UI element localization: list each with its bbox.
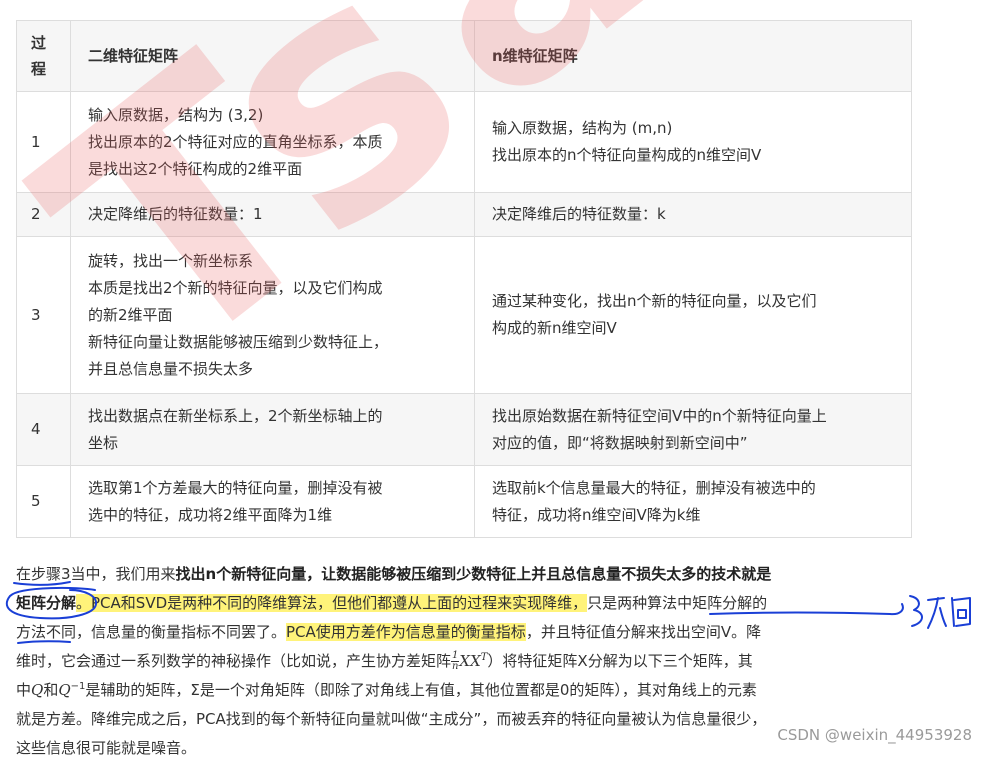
table-row: 3 旋转，找出一个新坐标系 本质是找出2个新的特征向量，以及它们构成 的新2维平面新… xyxy=(16,236,912,394)
header-nd: n维特征矩阵 xyxy=(474,20,912,92)
highlight: 。PCA和SVD是两种不同的降维算法，但他们都遵从上面的过程来实现降维， xyxy=(76,594,588,612)
para-line: 维时，它会通过一系列数学的神秘操作（比如说，产生协方差矩阵 1 n XXT）将特征矩阵… xyxy=(16,650,753,672)
cell-2d: 选取第1个方差最大的特征向量，删掉没有被 选中的特征，成功将2维平面降为1维 xyxy=(70,465,475,538)
table-row: 1 输入原数据，结构为 (3,2) 找出原本的2个特征对应的直角坐标系，本质 是找出… xyxy=(16,91,912,193)
para-line: 在步骤3当中，我们用来找出n个新特征向量，让数据能够被压缩到少数特征上并且总信息… xyxy=(16,565,772,583)
header-2d: 二维特征矩阵 xyxy=(70,20,475,92)
cell-nd: 通过某种变化，找出n个新的特征向量，以及它们 构成的新n维空间V xyxy=(474,236,912,394)
highlight: PCA使用方差作为信息量的衡量指标 xyxy=(286,623,526,641)
cell-nd: 输入原数据，结构为 (m,n) 找出原本的n个特征向量构成的n维空间V xyxy=(474,91,912,193)
para-line: 矩阵分解。PCA和SVD是两种不同的降维算法，但他们都遵从上面的过程来实现降维，… xyxy=(16,594,768,612)
step-number: 4 xyxy=(16,393,71,466)
process-table: 过程 二维特征矩阵 n维特征矩阵 1 输入原数据，结构为 (3,2) 找出原本的2… xyxy=(16,20,912,538)
cell-2d: 旋转，找出一个新坐标系 本质是找出2个新的特征向量，以及它们构成 的新2维平面 新特征… xyxy=(70,236,475,394)
cell-nd: 决定降维后的特征数量：k xyxy=(474,192,912,237)
cell-nd: 找出原始数据在新特征空间V中的n个新特征向量上 对应的值，即“将数据映射到新空间中… xyxy=(474,393,912,466)
para-line: 方法不同，信息量的衡量指标不同罢了。PCA使用方差作为信息量的衡量指标，并且特征… xyxy=(16,623,762,641)
table-row: 2 决定降维后的特征数量：1 决定降维后的特征数量：k xyxy=(16,192,912,237)
step-number: 5 xyxy=(16,465,71,538)
para-line: 中Q和Q−1是辅助的矩阵，Σ是一个对角矩阵（即除了对角线上有值，其他位置都是0的… xyxy=(16,681,757,699)
ink-glyph-2 xyxy=(927,597,947,629)
cell-2d: 找出数据点在新坐标系上，2个新坐标轴上的 坐标 xyxy=(70,393,475,466)
cell-2d: 输入原数据，结构为 (3,2) 找出原本的2个特征对应的直角坐标系，本质 是找出这2… xyxy=(70,91,475,193)
step-number: 1 xyxy=(16,91,71,193)
header-step: 过程 xyxy=(16,20,71,92)
cell-nd: 选取前k个信息量最大的特征，删掉没有被选中的 特征，成功将n维空间V降为k维 xyxy=(474,465,912,538)
step-number: 3 xyxy=(16,236,71,394)
table-row: 4 找出数据点在新坐标系上，2个新坐标轴上的 坐标 找出原始数据在新特征空间V中的… xyxy=(16,393,912,466)
keyword-matrix-decomposition: 矩阵分解 xyxy=(16,594,77,612)
csdn-credit: CSDN @weixin_44953928 xyxy=(777,726,972,744)
ink-glyph-3 xyxy=(951,597,971,627)
table-header-row: 过程 二维特征矩阵 n维特征矩阵 xyxy=(16,20,912,92)
table-row: 5 选取第1个方差最大的特征向量，删掉没有被 选中的特征，成功将2维平面降为1维 … xyxy=(16,465,912,538)
step-number: 2 xyxy=(16,192,71,237)
cell-2d: 决定降维后的特征数量：1 xyxy=(70,192,475,237)
